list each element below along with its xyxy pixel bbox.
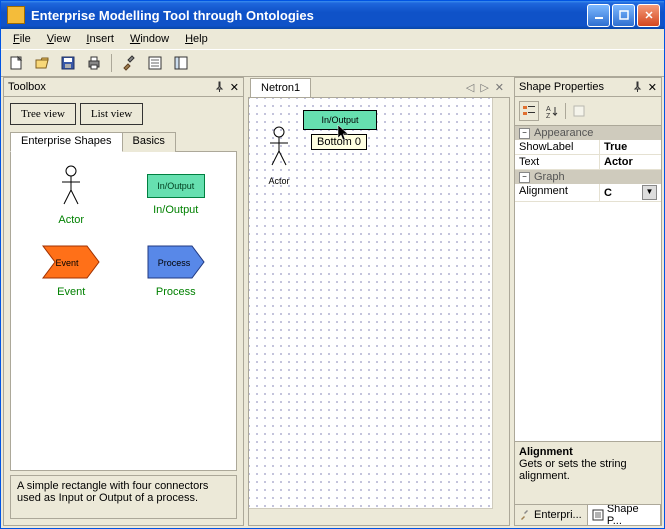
diagram-canvas[interactable]: In/Output Actor Bottom 0: [249, 98, 509, 525]
tab-netron1[interactable]: Netron1: [250, 78, 311, 97]
shape-process[interactable]: Process Process: [124, 244, 229, 298]
main-toolbar: [1, 49, 664, 77]
properties-description: Alignment Gets or sets the string alignm…: [515, 441, 661, 504]
cursor-icon: [337, 124, 351, 142]
minimize-button[interactable]: [587, 4, 610, 27]
io-preview: In/Output: [147, 174, 205, 198]
canvas-viewport: In/Output Actor Bottom 0: [248, 97, 510, 526]
right-bottom-tabs: Enterpri... Shape P...: [514, 505, 662, 526]
canvas-actor-shape[interactable]: Actor: [265, 126, 293, 186]
scrollbar-corner: [493, 509, 509, 525]
tab-enterprise[interactable]: Enterpri...: [515, 505, 588, 525]
toolbox-panel: Toolbox ✕ Tree view List view Enterprise…: [3, 77, 244, 526]
menubar: File View Insert Window Help: [1, 29, 664, 49]
maximize-button[interactable]: [612, 4, 635, 27]
shape-process-label: Process: [124, 286, 229, 298]
prop-desc-title: Alignment: [519, 446, 573, 458]
list-view-button[interactable]: List view: [80, 103, 143, 125]
hammer-icon: [519, 509, 531, 521]
canvas-actor-label: Actor: [265, 176, 293, 186]
properties-toolbar: AZ: [515, 97, 661, 126]
tools-button[interactable]: [118, 52, 140, 74]
horizontal-scrollbar[interactable]: [249, 508, 493, 525]
shape-event-label: Event: [19, 286, 124, 298]
app-title: Enterprise Modelling Tool through Ontolo…: [31, 8, 314, 23]
close-button[interactable]: [637, 4, 660, 27]
shape-io[interactable]: In/Output In/Output: [124, 164, 229, 226]
menu-help[interactable]: Help: [177, 31, 216, 47]
shape-event[interactable]: Event Event: [19, 244, 124, 298]
shape-actor[interactable]: Actor: [19, 164, 124, 226]
save-button[interactable]: [57, 52, 79, 74]
toolbox-title: Toolbox: [8, 81, 46, 93]
menu-view[interactable]: View: [39, 31, 79, 47]
properties-title: Shape Properties: [519, 81, 604, 93]
toolbox-close-icon[interactable]: ✕: [230, 81, 239, 94]
tab-next-icon[interactable]: ▷: [480, 81, 488, 94]
properties-panel: Shape Properties ✕ AZ −Appearance ShowLa…: [514, 77, 662, 505]
vertical-scrollbar[interactable]: [492, 98, 509, 509]
center-area: Netron1 ◁ ▷ ✕ In/Output Actor: [248, 77, 510, 526]
prop-text[interactable]: Text Actor: [515, 155, 661, 170]
new-button[interactable]: [5, 52, 27, 74]
prop-desc-body: Gets or sets the string alignment.: [519, 458, 657, 482]
properties-button[interactable]: [144, 52, 166, 74]
prop-showlabel[interactable]: ShowLabel True: [515, 140, 661, 155]
tab-basics[interactable]: Basics: [122, 132, 176, 152]
app-window: Enterprise Modelling Tool through Ontolo…: [0, 0, 665, 529]
shape-actor-label: Actor: [19, 214, 124, 226]
category-appearance[interactable]: −Appearance: [515, 126, 661, 140]
document-tabs: Netron1 ◁ ▷ ✕: [248, 77, 510, 97]
properties-blank-area: [515, 202, 661, 441]
dropdown-icon[interactable]: ▼: [642, 185, 657, 200]
prop-alignment[interactable]: Alignment C▼: [515, 184, 661, 202]
right-column: Shape Properties ✕ AZ −Appearance ShowLa…: [514, 77, 662, 526]
property-pages-button[interactable]: [570, 102, 588, 120]
properties-close-icon[interactable]: ✕: [648, 81, 657, 94]
svg-text:A: A: [546, 106, 551, 113]
panel-button[interactable]: [170, 52, 192, 74]
titlebar: Enterprise Modelling Tool through Ontolo…: [1, 1, 664, 29]
open-button[interactable]: [31, 52, 53, 74]
app-icon: [7, 6, 25, 24]
properties-grid: −Appearance ShowLabel True Text Actor −G…: [515, 126, 661, 202]
tab-shape-properties[interactable]: Shape P...: [588, 505, 661, 525]
menu-window[interactable]: Window: [122, 31, 177, 47]
properties-pin-icon[interactable]: [632, 81, 644, 93]
properties-header: Shape Properties ✕: [515, 78, 661, 97]
menu-file[interactable]: File: [5, 31, 39, 47]
alphabetical-button[interactable]: AZ: [543, 102, 561, 120]
svg-text:Event: Event: [56, 258, 80, 268]
menu-insert[interactable]: Insert: [78, 31, 122, 47]
list-icon: [592, 509, 604, 521]
tab-prev-icon[interactable]: ◁: [466, 81, 474, 94]
svg-text:Process: Process: [157, 258, 190, 268]
svg-text:Z: Z: [546, 113, 551, 118]
shape-description: A simple rectangle with four connectors …: [10, 475, 237, 519]
pin-icon[interactable]: [214, 81, 226, 93]
category-graph[interactable]: −Graph: [515, 170, 661, 184]
tree-view-button[interactable]: Tree view: [10, 103, 76, 125]
shapes-palette: Actor In/Output In/Output Event Event Pr…: [10, 151, 237, 471]
toolbox-header: Toolbox ✕: [4, 78, 243, 97]
tab-enterprise-shapes[interactable]: Enterprise Shapes: [10, 132, 123, 152]
print-button[interactable]: [83, 52, 105, 74]
shape-io-label: In/Output: [124, 204, 229, 216]
tab-close-icon[interactable]: ✕: [495, 81, 504, 94]
toolbar-separator: [111, 54, 112, 72]
categorized-button[interactable]: [519, 101, 539, 121]
